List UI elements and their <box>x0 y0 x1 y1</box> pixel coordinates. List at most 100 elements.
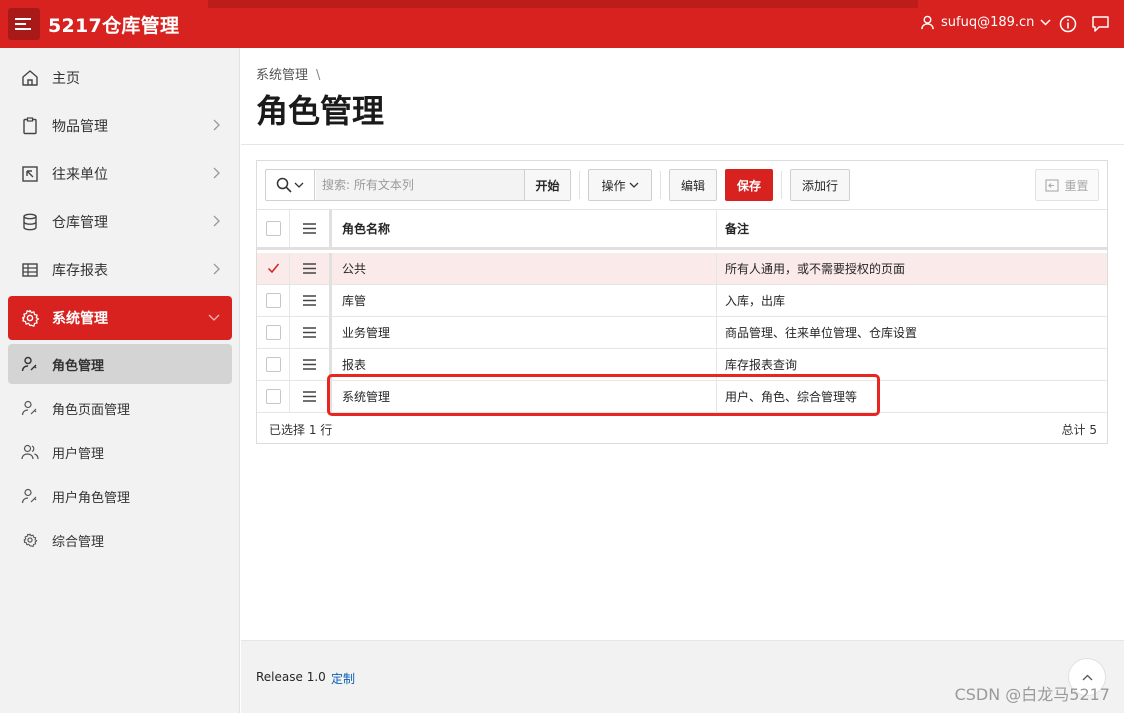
database-icon <box>23 213 37 231</box>
sidebar-item-warehouse[interactable]: 仓库管理 <box>8 200 232 244</box>
user-menu[interactable]: sufuq@189.cn <box>920 15 1051 30</box>
sidebar-subitem-user-management[interactable]: 用户管理 <box>8 432 232 472</box>
sidebar-subitem-general-management[interactable]: 综合管理 <box>8 520 232 560</box>
user-icon <box>921 15 934 30</box>
search-group: 开始 <box>265 169 571 201</box>
column-header-remark[interactable]: 备注 <box>717 210 1107 247</box>
list-icon <box>303 359 316 370</box>
row-actions-cell[interactable] <box>290 317 332 348</box>
row-select-cell[interactable] <box>257 317 290 348</box>
cell-remark[interactable]: 商品管理、往来单位管理、仓库设置 <box>717 317 1107 348</box>
row-select-cell[interactable] <box>257 253 290 284</box>
row-select-cell[interactable] <box>257 285 290 316</box>
row-select-cell[interactable] <box>257 381 290 412</box>
page-title: 角色管理 <box>256 92 385 130</box>
user-key-icon <box>21 400 37 416</box>
checkmark-icon[interactable] <box>266 261 281 276</box>
row-actions-cell[interactable] <box>290 253 332 284</box>
customize-link[interactable]: 定制 <box>331 670 355 687</box>
chevron-right-icon <box>213 167 220 179</box>
chevron-down-icon <box>1040 19 1051 26</box>
cell-role-name[interactable]: 业务管理 <box>332 317 717 348</box>
reset-icon <box>1045 178 1060 192</box>
sidebar-item-label: 仓库管理 <box>52 215 108 231</box>
column-header-role-name[interactable]: 角色名称 <box>332 210 717 247</box>
cell-remark[interactable]: 入库，出库 <box>717 285 1107 316</box>
main-content: 系统管理 \ 角色管理 开始 操作 编辑 保存 添加行 <box>241 48 1124 640</box>
sidebar-item-label: 往来单位 <box>52 167 108 183</box>
chevron-down-icon <box>629 182 638 188</box>
cell-remark[interactable]: 所有人通用，或不需要授权的页面 <box>717 253 1107 284</box>
list-icon <box>303 295 316 306</box>
sidebar-item-home[interactable]: 主页 <box>8 56 232 100</box>
sidebar-item-partners[interactable]: 往来单位 <box>8 152 232 196</box>
chat-icon[interactable] <box>1091 15 1110 33</box>
row-select-cell[interactable] <box>257 349 290 380</box>
sidebar-subitem-label: 用户角色管理 <box>52 490 131 506</box>
sidebar-subitem-label: 角色页面管理 <box>52 402 131 418</box>
save-button[interactable]: 保存 <box>725 169 773 201</box>
table-row[interactable]: 业务管理 商品管理、往来单位管理、仓库设置 <box>257 317 1107 349</box>
sidebar-item-items[interactable]: 物品管理 <box>8 104 232 148</box>
users-icon <box>21 444 39 460</box>
select-all-cell[interactable] <box>257 210 290 247</box>
sidebar-item-label: 库存报表 <box>52 263 108 279</box>
select-all-checkbox[interactable] <box>265 221 281 236</box>
table-row[interactable]: 公共 所有人通用，或不需要授权的页面 <box>257 253 1107 285</box>
list-icon <box>303 223 316 234</box>
table-row[interactable]: 库管 入库，出库 <box>257 285 1107 317</box>
user-key-icon <box>21 356 37 372</box>
row-actions-header[interactable] <box>290 210 332 247</box>
arrow-box-icon <box>22 166 38 182</box>
sidebar-subitem-role-management[interactable]: 角色管理 <box>8 344 232 384</box>
breadcrumb-link[interactable]: 系统管理 <box>256 68 308 83</box>
sidebar-item-inventory-report[interactable]: 库存报表 <box>8 248 232 292</box>
list-icon <box>303 263 316 274</box>
sidebar-item-label: 物品管理 <box>52 119 108 135</box>
header-overlay-strip <box>208 0 918 8</box>
grid-header-row: 角色名称 备注 <box>257 210 1107 250</box>
reset-button[interactable]: 重置 <box>1035 169 1099 201</box>
grid-toolbar: 开始 操作 编辑 保存 添加行 重置 <box>257 161 1107 210</box>
row-checkbox[interactable] <box>265 357 281 372</box>
clipboard-icon <box>23 117 37 135</box>
top-navigation-bar: 5217仓库管理 sufuq@189.cn <box>0 0 1124 48</box>
add-row-button[interactable]: 添加行 <box>790 169 850 201</box>
sidebar-subitem-label: 综合管理 <box>52 534 105 550</box>
toolbar-separator <box>660 171 661 199</box>
sidebar-subitem-user-role-management[interactable]: 用户角色管理 <box>8 476 232 516</box>
row-actions-cell[interactable] <box>290 381 332 412</box>
toolbar-separator <box>579 171 580 199</box>
sidebar-item-system-management[interactable]: 系统管理 <box>8 296 232 340</box>
row-actions-cell[interactable] <box>290 349 332 380</box>
reset-label: 重置 <box>1064 178 1089 193</box>
search-go-button[interactable]: 开始 <box>524 170 570 200</box>
sidebar-subitem-role-page-management[interactable]: 角色页面管理 <box>8 388 232 428</box>
row-actions-cell[interactable] <box>290 285 332 316</box>
info-icon[interactable] <box>1059 15 1077 33</box>
menu-toggle-button[interactable] <box>8 8 40 40</box>
actions-menu-button[interactable]: 操作 <box>588 169 652 201</box>
gear-icon <box>21 309 40 327</box>
row-checkbox[interactable] <box>265 389 281 404</box>
row-checkbox[interactable] <box>265 293 281 308</box>
user-key-icon <box>21 488 37 504</box>
sidebar-item-label: 系统管理 <box>52 311 108 327</box>
sidebar-subitem-label: 角色管理 <box>52 358 105 374</box>
app-title[interactable]: 5217仓库管理 <box>48 11 179 38</box>
chevron-up-icon <box>1082 674 1092 680</box>
sidebar-item-label: 主页 <box>52 71 80 87</box>
chevron-right-icon <box>213 215 220 227</box>
search-column-selector[interactable] <box>266 170 315 200</box>
edit-button[interactable]: 编辑 <box>669 169 717 201</box>
cell-role-name[interactable]: 公共 <box>332 253 717 284</box>
row-checkbox[interactable] <box>265 325 281 340</box>
watermark: CSDN @白龙马5217 <box>954 685 1110 704</box>
breadcrumb: 系统管理 \ <box>256 64 320 83</box>
cell-role-name[interactable]: 库管 <box>332 285 717 316</box>
search-input[interactable] <box>316 170 524 200</box>
table-icon <box>22 263 38 277</box>
list-icon <box>303 391 316 402</box>
breadcrumb-separator: \ <box>316 68 321 83</box>
chevron-right-icon <box>213 263 220 275</box>
